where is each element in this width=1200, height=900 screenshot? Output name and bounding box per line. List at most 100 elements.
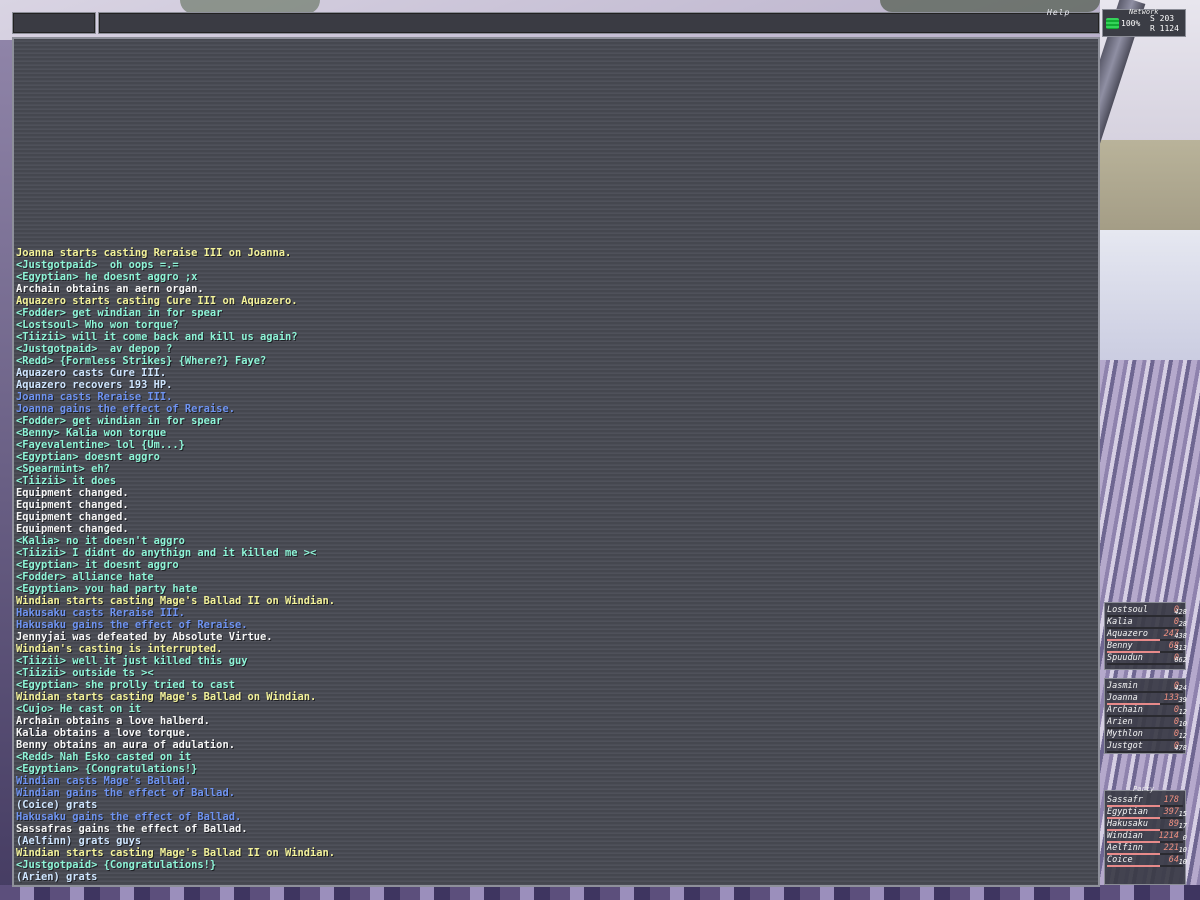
help-label[interactable]: Help <box>1047 8 1070 17</box>
member-name: Archain <box>1107 705 1143 715</box>
chat-line: Equipment changed. <box>16 487 129 499</box>
party-member-row[interactable]: Archain 0 12 <box>1105 705 1187 717</box>
party-member-row[interactable]: Windian 1214 0 <box>1105 831 1187 843</box>
chat-line: (Arien) grats <box>16 871 98 883</box>
member-name: Spuudun <box>1107 653 1143 663</box>
party-member-row[interactable]: Kalia 0 28 <box>1105 617 1187 629</box>
member-mp: 0 <box>1182 834 1187 842</box>
chat-line: Windian casts Mage's Ballad. <box>16 775 192 787</box>
chat-line: Windian starts casting Mage's Ballad II … <box>16 595 336 607</box>
party-member-row[interactable]: Mythlon 0 12 <box>1105 729 1187 741</box>
chat-line: Archain obtains a love halberd. <box>16 715 210 727</box>
chat-log: Joanna starts casting Reraise III on Joa… <box>16 247 1096 883</box>
member-name: Lostsoul <box>1107 605 1148 615</box>
chat-line: Aquazero recovers 193 HP. <box>16 379 173 391</box>
alliance-panel-2: Jasmin 0 424 Joanna 133 39 Archain 0 12 Arien 0 10 M… <box>1104 678 1187 754</box>
network-percent: 100% <box>1121 19 1141 28</box>
network-status: Network 100% S 203 R 1124 <box>1102 8 1186 37</box>
chat-line: <Justgotpaid> av depop ? <box>16 343 173 355</box>
foliage <box>0 885 1200 900</box>
chat-line: <Fodder> get windian in for spear <box>16 415 223 427</box>
chat-line: <Fayevalentine> lol {Um...} <box>16 439 185 451</box>
member-name: Joanna <box>1107 693 1138 703</box>
member-name: Kalia <box>1107 617 1133 627</box>
chat-line: <Tiizii> outside ts >< <box>16 667 154 679</box>
party-member-row[interactable]: Sassafr 178 <box>1105 795 1185 807</box>
party-member-row[interactable]: Justgot 0 478 <box>1105 741 1187 753</box>
chat-line: Aquazero casts Cure III. <box>16 367 167 379</box>
party-member-row[interactable]: Joanna 133 39 <box>1105 693 1187 705</box>
chat-line: <Redd> Nah Esko casted on it <box>16 751 192 763</box>
member-hp-bar <box>1107 663 1183 665</box>
chat-line: Joanna starts casting Reraise III on Joa… <box>16 247 292 259</box>
chat-line: Sassafras gains the effect of Ballad. <box>16 823 248 835</box>
alliance-panel-1: Lostsoul 0 428 Kalia 0 28 Aquazero 247 438 Benny 6… <box>1104 602 1187 670</box>
chat-line: (Coice) grats <box>16 799 98 811</box>
chat-line: <Cujo> He cast on it <box>16 703 142 715</box>
chat-line: <Fodder> get windian in for spear <box>16 307 223 319</box>
party-member-row[interactable]: Benny 68 313 <box>1105 641 1187 653</box>
chat-line: Equipment changed. <box>16 523 129 535</box>
party-member-row[interactable]: Spuudun 0 662 <box>1105 653 1187 665</box>
party-member-row[interactable]: Hakusaku 89 17 <box>1105 819 1187 831</box>
top-bar-right-segment <box>98 12 1100 34</box>
member-name: Sassafr <box>1107 795 1143 805</box>
party-member-row[interactable]: Aelfinn 221 10 <box>1105 843 1187 855</box>
member-name: Egyptian <box>1107 807 1148 817</box>
chat-line: <Tiizii> it does <box>16 475 117 487</box>
party-member-row[interactable]: Arien 0 10 <box>1105 717 1187 729</box>
party-panel: Party Sassafr 178 Egyptian 397 15 Hakusaku 89 1… <box>1104 785 1187 885</box>
party-member-row[interactable]: Lostsoul 0 428 <box>1105 605 1187 617</box>
member-hp-bar <box>1107 751 1183 753</box>
party-member-row[interactable]: Egyptian 397 15 <box>1105 807 1187 819</box>
chat-line: <Tiizii> will it come back and kill us a… <box>16 331 298 343</box>
chat-line: Equipment changed. <box>16 499 129 511</box>
foliage <box>0 40 12 890</box>
chat-line: <Egyptian> he doesnt aggro ;x <box>16 271 198 283</box>
party-member-row[interactable]: Jasmin 0 424 <box>1105 681 1187 693</box>
member-hp: 397 <box>1163 807 1179 817</box>
chat-line: Hakusaku casts Reraise III. <box>16 607 185 619</box>
chat-line: <Justgotpaid> {Congratulations!} <box>16 859 217 871</box>
member-hp: 89 <box>1168 819 1179 829</box>
chat-line: <Egyptian> it doesnt aggro <box>16 559 179 571</box>
member-hp: 1214 <box>1158 831 1179 841</box>
top-bar-left-segment <box>12 12 96 34</box>
chat-line: Windian's casting is interrupted. <box>16 643 223 655</box>
chat-line: <Justgotpaid> oh oops =.= <box>16 259 179 271</box>
chat-line: <Spearmint> eh? <box>16 463 110 475</box>
chat-line: <Tiizii> I didnt do anythign and it kill… <box>16 547 317 559</box>
chat-line: <Kalia> no it doesn't aggro <box>16 535 185 547</box>
member-name: Jasmin <box>1107 681 1138 691</box>
chat-line: <Tiizii> well it just killed this guy <box>16 655 248 667</box>
chat-line: Joanna casts Reraise III. <box>16 391 173 403</box>
member-name: Justgot <box>1107 741 1143 751</box>
member-name: Coice <box>1107 855 1133 865</box>
network-receive: R 1124 <box>1150 24 1179 33</box>
member-name: Aelfinn <box>1107 843 1143 853</box>
snow-ground <box>1100 230 1200 370</box>
member-name: Aquazero <box>1107 629 1148 639</box>
chat-line: Archain obtains an aern organ. <box>16 283 204 295</box>
party-member-row[interactable]: Aquazero 247 438 <box>1105 629 1187 641</box>
chat-line: Windian gains the effect of Ballad. <box>16 787 235 799</box>
chat-line: <Benny> Kalia won torque <box>16 427 167 439</box>
party-label: Party <box>1133 785 1155 793</box>
member-hp: 221 <box>1163 843 1179 853</box>
chat-line: Equipment changed. <box>16 511 129 523</box>
chat-line: Joanna gains the effect of Reraise. <box>16 403 235 415</box>
chat-line: <Fodder> alliance hate <box>16 571 154 583</box>
member-hp: 64 <box>1168 855 1179 865</box>
chat-log-window[interactable]: Joanna starts casting Reraise III on Joa… <box>12 37 1100 887</box>
chat-line: <Egyptian> {Congratulations!} <box>16 763 198 775</box>
field <box>1100 140 1200 230</box>
party-member-row[interactable]: Coice 64 10 <box>1105 855 1187 867</box>
member-hp-bar <box>1107 865 1183 867</box>
chat-line: <Egyptian> you had party hate <box>16 583 198 595</box>
top-bar <box>12 12 1100 34</box>
chat-line: Windian starts casting Mage's Ballad on … <box>16 691 317 703</box>
chat-line: Hakusaku gains the effect of Reraise. <box>16 619 248 631</box>
chat-line: Kalia obtains a love torque. <box>16 727 192 739</box>
network-icon <box>1106 18 1119 29</box>
member-name: Windian <box>1107 831 1143 841</box>
